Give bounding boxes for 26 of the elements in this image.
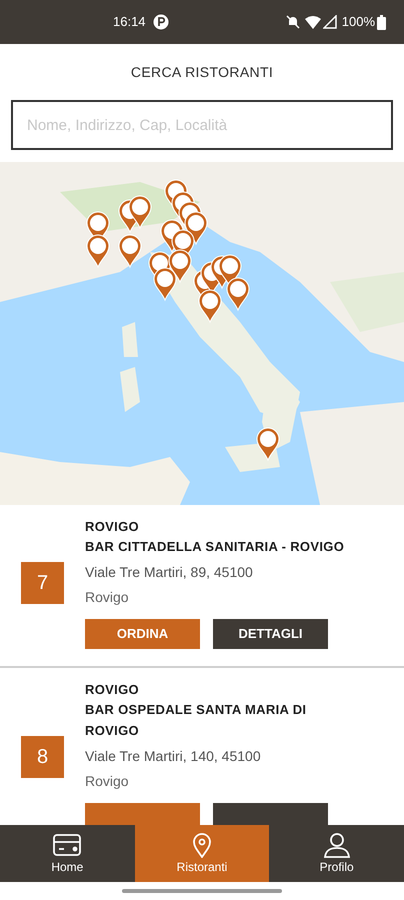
order-button[interactable] (85, 803, 200, 825)
details-button[interactable]: DETTAGLI (213, 619, 328, 649)
number-badge: 8 (21, 736, 64, 778)
person-icon (322, 832, 352, 858)
restaurant-address: Viale Tre Martiri, 140, 45100 (85, 747, 262, 766)
mute-icon (286, 15, 300, 29)
page-title: CERCA RISTORANTI (130, 62, 274, 82)
restaurant-city: ROVIGO (85, 681, 140, 699)
restaurant-address: Viale Tre Martiri, 89, 45100 (85, 563, 254, 582)
restaurant-locality: Rovigo (85, 772, 130, 791)
status-time: 16:14 (113, 13, 146, 32)
restaurant-city: ROVIGO (85, 518, 140, 536)
home-indicator[interactable] (122, 889, 282, 893)
restaurant-name: BAR OSPEDALE SANTA MARIA DI ROVIGO (85, 701, 308, 740)
parking-icon (152, 14, 169, 30)
wifi-icon (304, 16, 321, 28)
details-button[interactable] (213, 803, 328, 825)
restaurant-locality: Rovigo (85, 588, 130, 607)
nav-tab[interactable]: Ristoranti (134, 825, 270, 882)
restaurant-name: BAR CITTADELLA SANITARIA - ROVIGO (85, 538, 346, 556)
battery-icon (377, 14, 386, 30)
battery-percent: 100% (342, 13, 375, 32)
card-icon (52, 832, 82, 858)
signal-icon (322, 15, 337, 29)
number-badge: 7 (21, 562, 64, 604)
order-button[interactable]: ORDINA (85, 619, 200, 649)
